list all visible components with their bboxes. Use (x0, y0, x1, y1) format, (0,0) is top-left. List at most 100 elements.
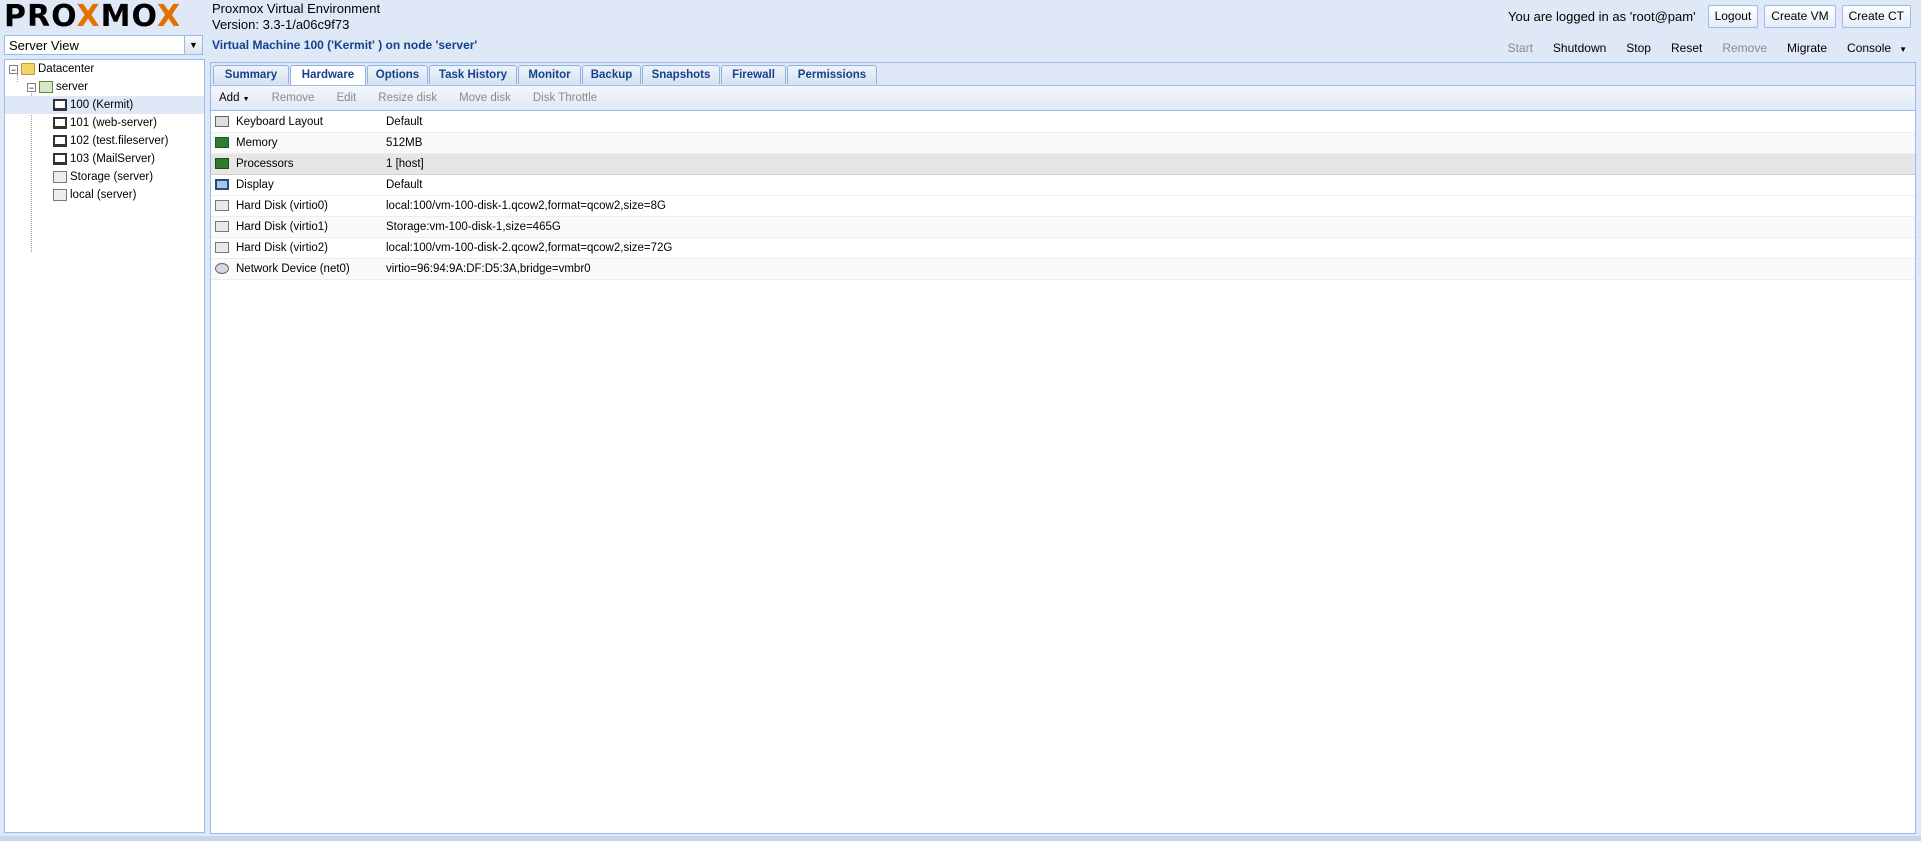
storage-icon (53, 171, 67, 183)
move-disk-button[interactable]: Move disk (459, 92, 511, 104)
tree-node-server[interactable]: − server (27, 78, 88, 96)
console-label: Console (1847, 41, 1892, 55)
tree-node-vm-101[interactable]: 101 (web-server) (53, 114, 157, 132)
vm-icon (53, 153, 67, 165)
table-row[interactable]: Hard Disk (virtio1) Storage:vm-100-disk-… (211, 217, 1915, 238)
server-icon (39, 81, 53, 93)
login-area: You are logged in as 'root@pam' Logout C… (1508, 5, 1911, 28)
tree-node-vm-102[interactable]: 102 (test.fileserver) (53, 132, 168, 150)
tree-node-label: 101 (web-server) (70, 117, 157, 129)
vm-title: Virtual Machine 100 ('Kermit' ) on node … (212, 38, 478, 52)
hardware-name: Processors (236, 158, 294, 170)
start-button[interactable]: Start (1508, 41, 1533, 55)
hardware-value: Storage:vm-100-disk-1,size=465G (386, 221, 561, 233)
proxmox-logo: PROXMOX (4, 0, 182, 34)
hardware-name: Display (236, 179, 274, 191)
vm-action-toolbar: Start Shutdown Stop Reset Remove Migrate… (1508, 41, 1907, 55)
view-selector[interactable]: Server View ▼ (4, 35, 203, 55)
table-row[interactable]: Keyboard Layout Default (211, 112, 1915, 133)
collapse-icon[interactable]: − (9, 64, 18, 74)
add-button[interactable]: Add ▼ (219, 92, 250, 104)
table-row[interactable]: Processors 1 [host] (211, 154, 1915, 175)
status-bar (0, 836, 1921, 841)
product-info: Proxmox Virtual Environment Version: 3.3… (212, 1, 380, 33)
tree-node-label: Storage (server) (70, 171, 154, 183)
tab-snapshots[interactable]: Snapshots (642, 65, 720, 84)
vm-icon (53, 117, 67, 129)
table-row[interactable]: Network Device (net0) virtio=96:94:9A:DF… (211, 259, 1915, 280)
vm-icon (53, 99, 67, 111)
tab-summary[interactable]: Summary (213, 65, 289, 84)
hardware-name: Keyboard Layout (236, 116, 323, 128)
logout-button[interactable]: Logout (1707, 5, 1759, 28)
create-vm-button[interactable]: Create VM (1764, 5, 1836, 28)
chevron-down-icon: ▼ (1899, 45, 1907, 54)
tab-monitor[interactable]: Monitor (518, 65, 581, 84)
tree-node-label: local (server) (70, 189, 137, 201)
harddisk-icon (215, 242, 229, 253)
vm-icon (53, 135, 67, 147)
table-row[interactable]: Hard Disk (virtio0) local:100/vm-100-dis… (211, 196, 1915, 217)
tree-node-label: 100 (Kermit) (70, 99, 134, 111)
hardware-value: local:100/vm-100-disk-2.qcow2,format=qco… (386, 242, 673, 254)
tree-node-vm-103[interactable]: 103 (MailServer) (53, 150, 155, 168)
table-row[interactable]: Hard Disk (virtio2) local:100/vm-100-dis… (211, 238, 1915, 259)
product-version: Version: 3.3-1/a06c9f73 (212, 17, 350, 32)
network-icon (215, 263, 229, 274)
tree-node-local[interactable]: local (server) (53, 186, 136, 204)
resize-disk-button[interactable]: Resize disk (378, 92, 437, 104)
product-name: Proxmox Virtual Environment (212, 1, 381, 16)
hardware-name: Hard Disk (virtio2) (236, 242, 329, 254)
resource-tree: − Datacenter − server 100 (Kermit) 101 (… (4, 59, 205, 833)
hardware-value: 512MB (386, 137, 423, 149)
edit-button[interactable]: Edit (336, 92, 356, 104)
tree-node-datacenter[interactable]: − Datacenter (9, 60, 94, 78)
folder-icon (21, 63, 35, 75)
add-label: Add (219, 92, 240, 104)
vm-main-panel: Summary Hardware Options Task History Mo… (210, 62, 1916, 834)
table-row[interactable]: Memory 512MB (211, 133, 1915, 154)
tab-firewall[interactable]: Firewall (721, 65, 786, 84)
tree-node-storage[interactable]: Storage (server) (53, 168, 153, 186)
tab-task-history[interactable]: Task History (429, 65, 517, 84)
hardware-value: virtio=96:94:9A:DF:D5:3A,bridge=vmbr0 (386, 263, 591, 275)
harddisk-icon (215, 200, 229, 211)
table-row[interactable]: Display Default (211, 175, 1915, 196)
cpu-icon (215, 158, 229, 169)
tab-backup[interactable]: Backup (582, 65, 641, 84)
login-status: You are logged in as 'root@pam' (1508, 9, 1696, 24)
tree-node-label: 102 (test.fileserver) (70, 135, 169, 147)
chevron-down-icon[interactable]: ▼ (184, 36, 202, 54)
memory-icon (215, 137, 229, 148)
hardware-name: Hard Disk (virtio0) (236, 200, 329, 212)
tab-bar: Summary Hardware Options Task History Mo… (211, 63, 1915, 86)
shutdown-button[interactable]: Shutdown (1553, 41, 1606, 55)
app-header: PROXMOX Proxmox Virtual Environment Vers… (0, 0, 1921, 34)
migrate-button[interactable]: Migrate (1787, 41, 1827, 55)
display-icon (215, 179, 229, 190)
hardware-value: Default (386, 116, 423, 128)
hardware-name: Memory (236, 137, 278, 149)
storage-icon (53, 189, 67, 201)
collapse-icon[interactable]: − (27, 82, 36, 92)
hardware-value: 1 [host] (386, 158, 424, 170)
hardware-value: Default (386, 179, 423, 191)
disk-throttle-button[interactable]: Disk Throttle (533, 92, 597, 104)
reset-button[interactable]: Reset (1671, 41, 1702, 55)
tab-hardware[interactable]: Hardware (290, 65, 366, 85)
tab-options[interactable]: Options (367, 65, 428, 84)
tree-node-vm-100[interactable]: 100 (Kermit) (5, 96, 204, 114)
tree-node-label: server (56, 81, 88, 93)
tree-node-label: Datacenter (38, 63, 95, 75)
console-button[interactable]: Console ▼ (1847, 41, 1907, 55)
remove-hardware-button[interactable]: Remove (272, 92, 315, 104)
tab-permissions[interactable]: Permissions (787, 65, 877, 84)
keyboard-icon (215, 116, 229, 127)
remove-vm-button[interactable]: Remove (1722, 41, 1767, 55)
hardware-grid: Keyboard Layout Default Memory 512MB Pro… (211, 112, 1915, 280)
stop-button[interactable]: Stop (1626, 41, 1651, 55)
create-ct-button[interactable]: Create CT (1841, 5, 1911, 28)
harddisk-icon (215, 221, 229, 232)
hardware-toolbar: Add ▼ Remove Edit Resize disk Move disk … (211, 86, 1915, 111)
view-selector-value: Server View (9, 38, 79, 53)
